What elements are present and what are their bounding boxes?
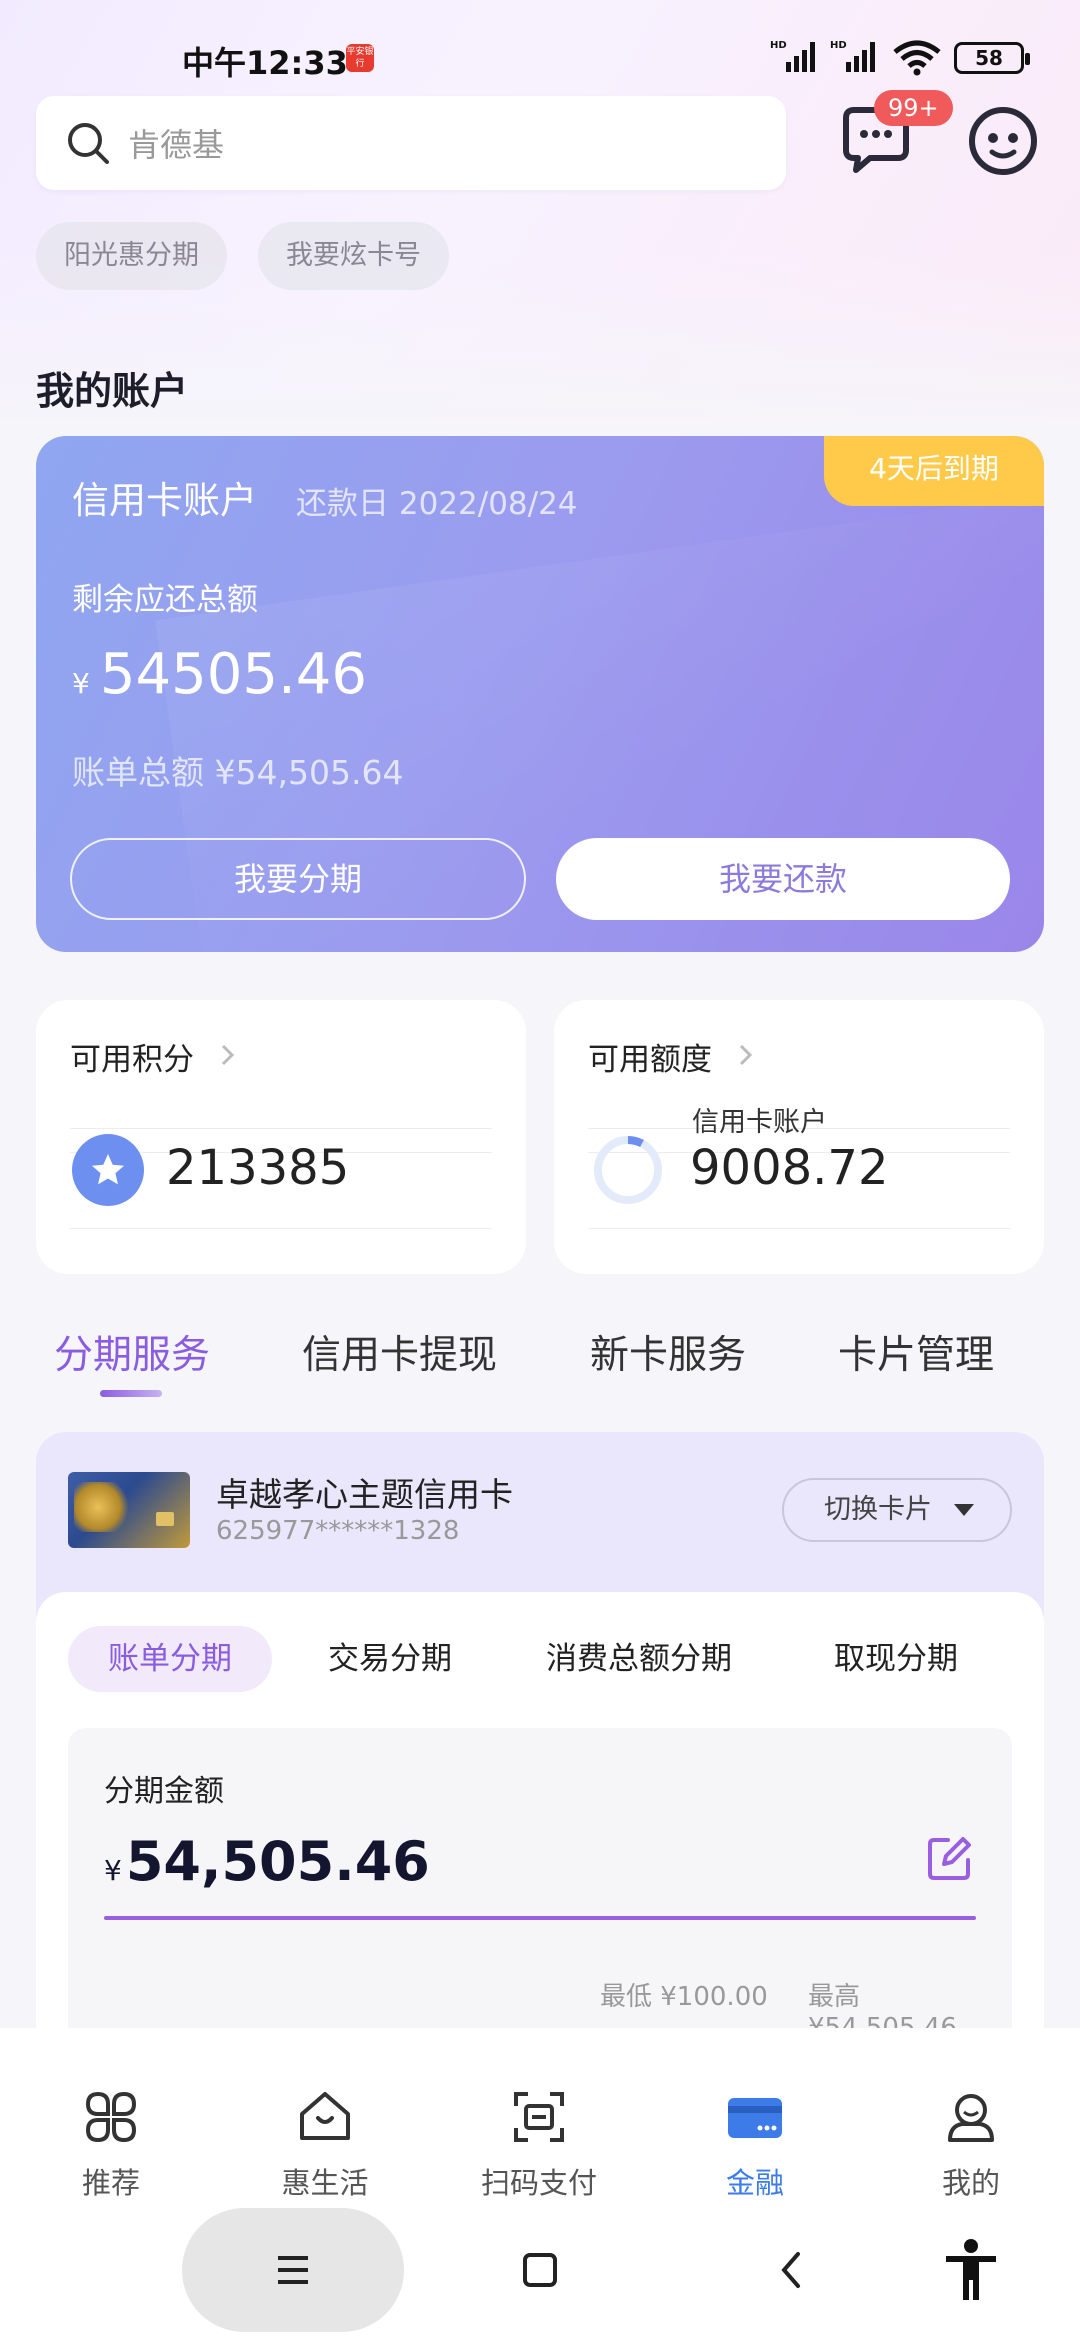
chip-show-card-number[interactable]: 我要炫卡号 <box>258 222 449 290</box>
installment-form: 账单分期 交易分期 消费总额分期 取现分期 分期金额 ¥ 54,505.46 最… <box>36 1592 1044 2052</box>
svg-text:HD: HD <box>830 40 847 51</box>
nav-label: 惠生活 <box>281 2166 369 2200</box>
signal-icon-2: HD <box>830 40 875 72</box>
credit-account-label: 信用卡账户 <box>692 1107 827 1138</box>
card-icon <box>728 2098 782 2138</box>
scan-icon <box>514 2092 564 2142</box>
search-icon <box>68 123 109 164</box>
status-bar: 中午12:33 平安银行 HD HD 58 <box>0 0 1080 90</box>
caret-down-icon <box>954 1504 974 1516</box>
repay-date: 还款日 2022/08/24 <box>296 486 578 522</box>
nav-label: 推荐 <box>81 2166 140 2200</box>
nav-label: 金融 <box>725 2166 784 2200</box>
amount-input[interactable]: ¥ 54,505.46 <box>104 1830 430 1893</box>
wifi-icon <box>893 40 941 76</box>
account-title: 信用卡账户 <box>72 479 257 522</box>
repay-button[interactable]: 我要还款 <box>556 838 1010 920</box>
points-value: 213385 <box>166 1140 350 1196</box>
divider <box>588 1228 1010 1229</box>
switch-card-button[interactable]: 切换卡片 <box>782 1478 1012 1542</box>
remaining-amount-value: 54505.46 <box>99 642 368 707</box>
credit-limit-value: 9008.72 <box>690 1140 889 1196</box>
due-badge: 4天后到期 <box>824 436 1044 506</box>
installment-panel: 卓越孝心主题信用卡 625977******1328 切换卡片 账单分期 交易分… <box>36 1432 1044 2052</box>
subtab-cash-installment[interactable]: 取现分期 <box>834 1626 958 1692</box>
back-icon[interactable] <box>776 2250 806 2290</box>
currency-symbol: ¥ <box>72 667 90 700</box>
points-card[interactable]: 可用积分 213385 <box>36 1000 526 1274</box>
status-time: 中午12:33 <box>182 44 348 82</box>
signal-icon: HD <box>770 40 815 72</box>
svg-text:HD: HD <box>770 40 787 51</box>
chevron-right-icon <box>221 1044 235 1066</box>
credit-usage-ring <box>594 1136 662 1204</box>
subtab-bill-installment[interactable]: 账单分期 <box>68 1626 272 1692</box>
divider <box>70 1228 492 1229</box>
credit-limit-card[interactable]: 可用额度 信用卡账户 9008.72 <box>554 1000 1044 1274</box>
nav-finance[interactable]: 金融 <box>680 2088 830 2202</box>
amount-min: 最低 ¥100.00 <box>600 1982 768 2012</box>
nav-label: 扫码支付 <box>480 2166 597 2200</box>
nav-recommend[interactable]: 推荐 <box>36 2088 186 2202</box>
nav-scan-pay[interactable]: 扫码支付 <box>464 2088 614 2202</box>
edit-icon[interactable] <box>926 1836 972 1882</box>
home-square-icon[interactable] <box>522 2252 558 2288</box>
remaining-label: 剩余应还总额 <box>72 582 258 618</box>
tab-card-management[interactable]: 卡片管理 <box>838 1324 994 1380</box>
tab-installment-service[interactable]: 分期服务 <box>54 1324 210 1380</box>
card-thumbnail <box>68 1472 190 1548</box>
tab-new-card-service[interactable]: 新卡服务 <box>590 1324 746 1380</box>
system-nav-bar <box>0 2208 1080 2340</box>
installment-button[interactable]: 我要分期 <box>70 838 526 920</box>
search-input[interactable]: 肯德基 <box>36 96 786 190</box>
nav-mine[interactable]: 我的 <box>896 2088 1046 2202</box>
subtab-total-spend-installment[interactable]: 消费总额分期 <box>546 1626 732 1692</box>
menu-icon <box>278 2256 308 2284</box>
bank-app-icon: 平安银行 <box>346 44 374 72</box>
message-badge: 99+ <box>874 90 953 126</box>
card-number: 625977******1328 <box>216 1516 460 1546</box>
grid-icon <box>85 2091 137 2143</box>
active-tab-indicator <box>100 1390 162 1397</box>
bill-total: 账单总额 ¥54,505.64 <box>72 753 404 792</box>
my-account-title: 我的账户 <box>36 369 189 413</box>
home-icon <box>300 2092 350 2140</box>
nav-life[interactable]: 惠生活 <box>250 2088 400 2202</box>
assistant-icon[interactable] <box>966 104 1040 178</box>
tab-card-cash-withdrawal[interactable]: 信用卡提现 <box>302 1324 497 1380</box>
currency-symbol: ¥ <box>104 1854 122 1887</box>
amount-underline <box>104 1916 976 1920</box>
subtab-transaction-installment[interactable]: 交易分期 <box>328 1626 452 1692</box>
amount-box: 分期金额 ¥ 54,505.46 最低 ¥100.00 最高 ¥54,505.4… <box>68 1728 1012 2052</box>
switch-card-label: 切换卡片 <box>824 1494 932 1525</box>
nav-label: 我的 <box>941 2166 1000 2200</box>
search-placeholder: 肯德基 <box>128 126 225 164</box>
accessibility-icon[interactable] <box>942 2238 1000 2302</box>
chevron-right-icon <box>739 1044 753 1066</box>
credit-card-account-card[interactable]: 4天后到期 信用卡账户 还款日 2022/08/24 剩余应还总额 ¥ 5450… <box>36 436 1044 952</box>
divider <box>70 1128 492 1129</box>
card-name: 卓越孝心主题信用卡 <box>216 1475 513 1514</box>
remaining-amount: ¥ 54505.46 <box>72 642 367 707</box>
chip-sunshine-installment[interactable]: 阳光惠分期 <box>36 222 227 290</box>
menu-button[interactable] <box>182 2208 404 2332</box>
credit-limit-title: 可用额度 <box>588 1042 712 1078</box>
battery-indicator: 58 <box>954 42 1030 74</box>
star-icon <box>72 1134 144 1206</box>
amount-value: 54,505.46 <box>125 1830 430 1893</box>
amount-label: 分期金额 <box>104 1774 224 1809</box>
user-icon <box>948 2094 994 2142</box>
points-title: 可用积分 <box>70 1042 194 1078</box>
